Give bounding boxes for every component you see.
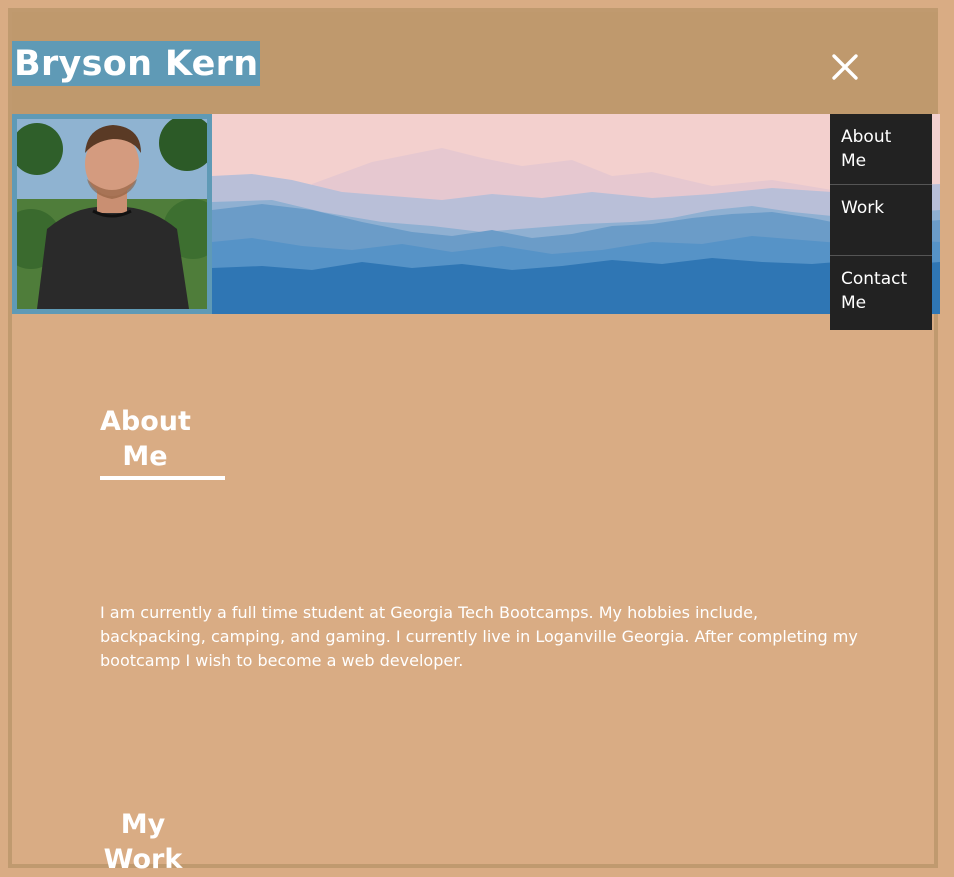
nav-item-contact-me[interactable]: Contact Me <box>830 256 932 327</box>
profile-avatar <box>12 114 212 314</box>
about-text: I am currently a full time student at Ge… <box>100 603 858 670</box>
site-title: Bryson Kern <box>12 41 261 86</box>
nav-item-label: About Me <box>841 127 892 171</box>
nav-item-label: Work <box>841 198 885 218</box>
nav-item-work[interactable]: Work <box>830 185 932 256</box>
nav-item-about-me[interactable]: About Me <box>830 114 932 185</box>
about-underline <box>100 476 225 480</box>
profile-photo-icon <box>17 119 207 309</box>
work-heading: My Work <box>103 809 183 876</box>
nav-item-label: Contact Me <box>841 269 908 313</box>
about-heading: About Me <box>100 406 191 473</box>
close-icon <box>832 54 858 80</box>
close-button[interactable] <box>826 48 864 86</box>
main-nav: About Me Work Contact Me <box>830 114 932 330</box>
